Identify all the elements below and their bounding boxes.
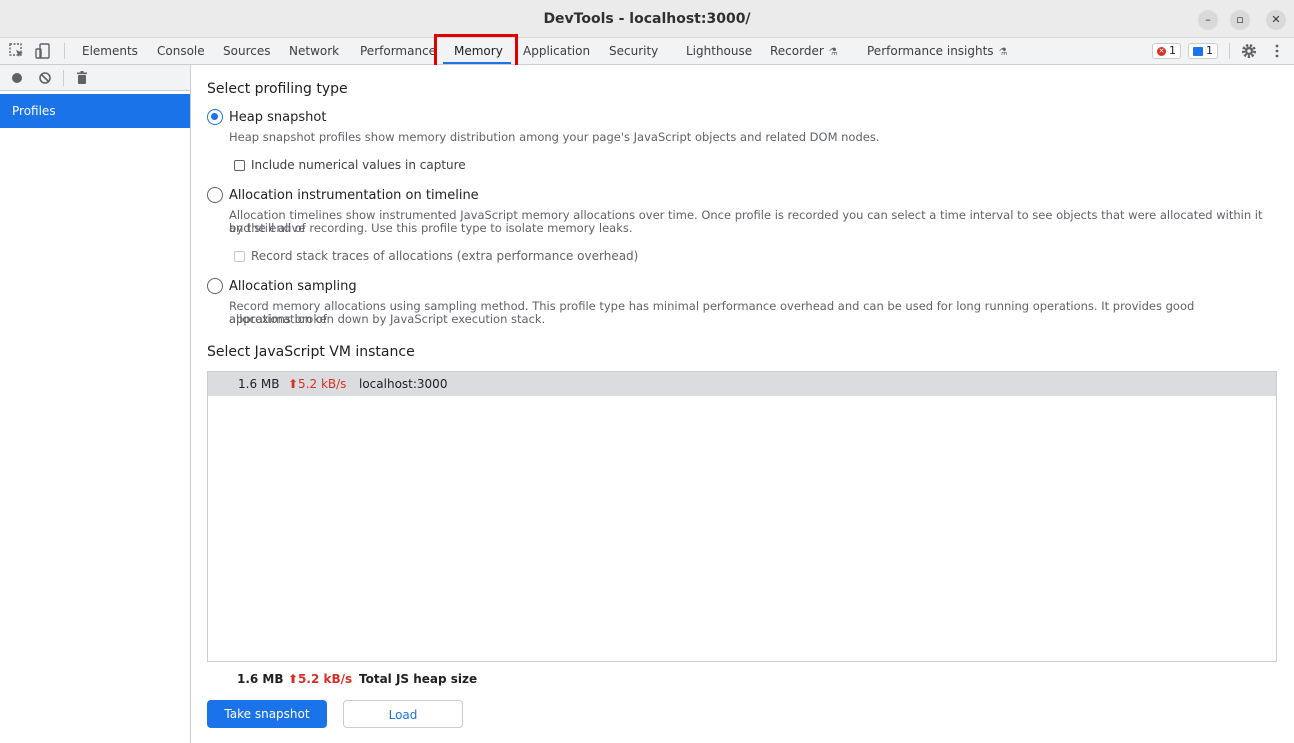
total-heap-label: Total JS heap size	[359, 672, 478, 686]
tab-console[interactable]: Console	[157, 38, 205, 64]
tab-network[interactable]: Network	[289, 38, 339, 64]
tab-performance-insights-label: Performance insights	[867, 44, 994, 58]
total-heap-size: 1.6 MB	[237, 672, 284, 686]
allocation-timeline-description-line2: by the end of recording. Use this profil…	[229, 221, 633, 235]
vm-instance-heading: Select JavaScript VM instance	[207, 344, 415, 360]
record-icon[interactable]	[8, 69, 26, 87]
tab-security[interactable]: Security	[609, 38, 658, 64]
tab-elements[interactable]: Elements	[82, 38, 138, 64]
tab-performance[interactable]: Performance	[360, 38, 436, 64]
load-button[interactable]: Load	[343, 700, 463, 728]
error-icon: ✕	[1157, 46, 1166, 56]
profiling-type-heading: Select profiling type	[207, 81, 348, 97]
toolbar-divider	[1229, 43, 1230, 59]
tab-application[interactable]: Application	[523, 38, 590, 64]
minimize-button[interactable]: –	[1198, 10, 1218, 30]
window-title: DevTools - localhost:3000/	[543, 11, 751, 27]
vm-instance-list: 1.6 MB ⬆5.2 kB/s localhost:3000	[207, 371, 1277, 662]
flask-icon: ⚗	[828, 47, 838, 58]
memory-panel: Select profiling type Heap snapshot Heap…	[192, 65, 1294, 743]
window-titlebar: DevTools - localhost:3000/ – ▫ ✕	[0, 0, 1294, 38]
vm-instance-name: localhost:3000	[359, 377, 448, 391]
tab-lighthouse[interactable]: Lighthouse	[686, 38, 752, 64]
settings-gear-icon[interactable]	[1240, 42, 1258, 60]
vm-instance-row[interactable]: 1.6 MB ⬆5.2 kB/s localhost:3000	[208, 372, 1276, 396]
heap-snapshot-description: Heap snapshot profiles show memory distr…	[229, 130, 880, 144]
more-options-icon[interactable]	[1268, 42, 1286, 60]
heap-snapshot-label[interactable]: Heap snapshot	[229, 110, 326, 125]
vm-heap-size: 1.6 MB	[238, 377, 280, 391]
message-count-badge[interactable]: 1	[1188, 43, 1218, 59]
record-stack-traces-checkbox[interactable]	[234, 251, 245, 262]
error-count-badge[interactable]: ✕ 1	[1152, 43, 1181, 59]
include-numerical-values-label[interactable]: Include numerical values in capture	[251, 158, 466, 172]
profiles-sidebar: Profiles	[0, 65, 191, 743]
message-icon	[1193, 46, 1203, 56]
close-button[interactable]: ✕	[1266, 10, 1286, 30]
message-count: 1	[1206, 44, 1213, 57]
trash-icon[interactable]	[73, 69, 91, 87]
vm-allocation-rate: ⬆5.2 kB/s	[288, 377, 347, 391]
allocation-sampling-description-line2: allocations broken down by JavaScript ex…	[229, 312, 546, 326]
total-allocation-rate: ⬆5.2 kB/s	[288, 672, 353, 686]
record-stack-traces-label[interactable]: Record stack traces of allocations (extr…	[251, 249, 638, 263]
profiles-toolbar	[0, 65, 190, 91]
take-snapshot-button[interactable]: Take snapshot	[207, 700, 327, 728]
tab-recorder[interactable]: Recorder ⚗	[770, 38, 838, 64]
tab-sources[interactable]: Sources	[223, 38, 270, 64]
restore-button[interactable]: ▫	[1230, 10, 1250, 30]
error-count: 1	[1169, 44, 1176, 57]
flask-icon: ⚗	[998, 47, 1008, 58]
allocation-timeline-label[interactable]: Allocation instrumentation on timeline	[229, 188, 479, 203]
allocation-sampling-radio[interactable]	[207, 278, 223, 294]
tab-performance-insights[interactable]: Performance insights ⚗	[867, 38, 1008, 64]
allocation-sampling-label[interactable]: Allocation sampling	[229, 279, 357, 294]
sidebar-item-profiles[interactable]: Profiles	[0, 94, 190, 128]
allocation-timeline-radio[interactable]	[207, 187, 223, 203]
device-toolbar-icon[interactable]	[34, 42, 52, 60]
include-numerical-values-checkbox[interactable]	[234, 160, 245, 171]
tab-recorder-label: Recorder	[770, 44, 824, 58]
clear-icon[interactable]	[36, 69, 54, 87]
devtools-tabbar: Elements Console Sources Network Perform…	[0, 38, 1294, 65]
toolbar-divider	[64, 43, 65, 59]
toolbar-divider	[63, 70, 64, 86]
heap-snapshot-radio[interactable]	[207, 109, 223, 125]
inspect-element-icon[interactable]	[8, 42, 26, 60]
